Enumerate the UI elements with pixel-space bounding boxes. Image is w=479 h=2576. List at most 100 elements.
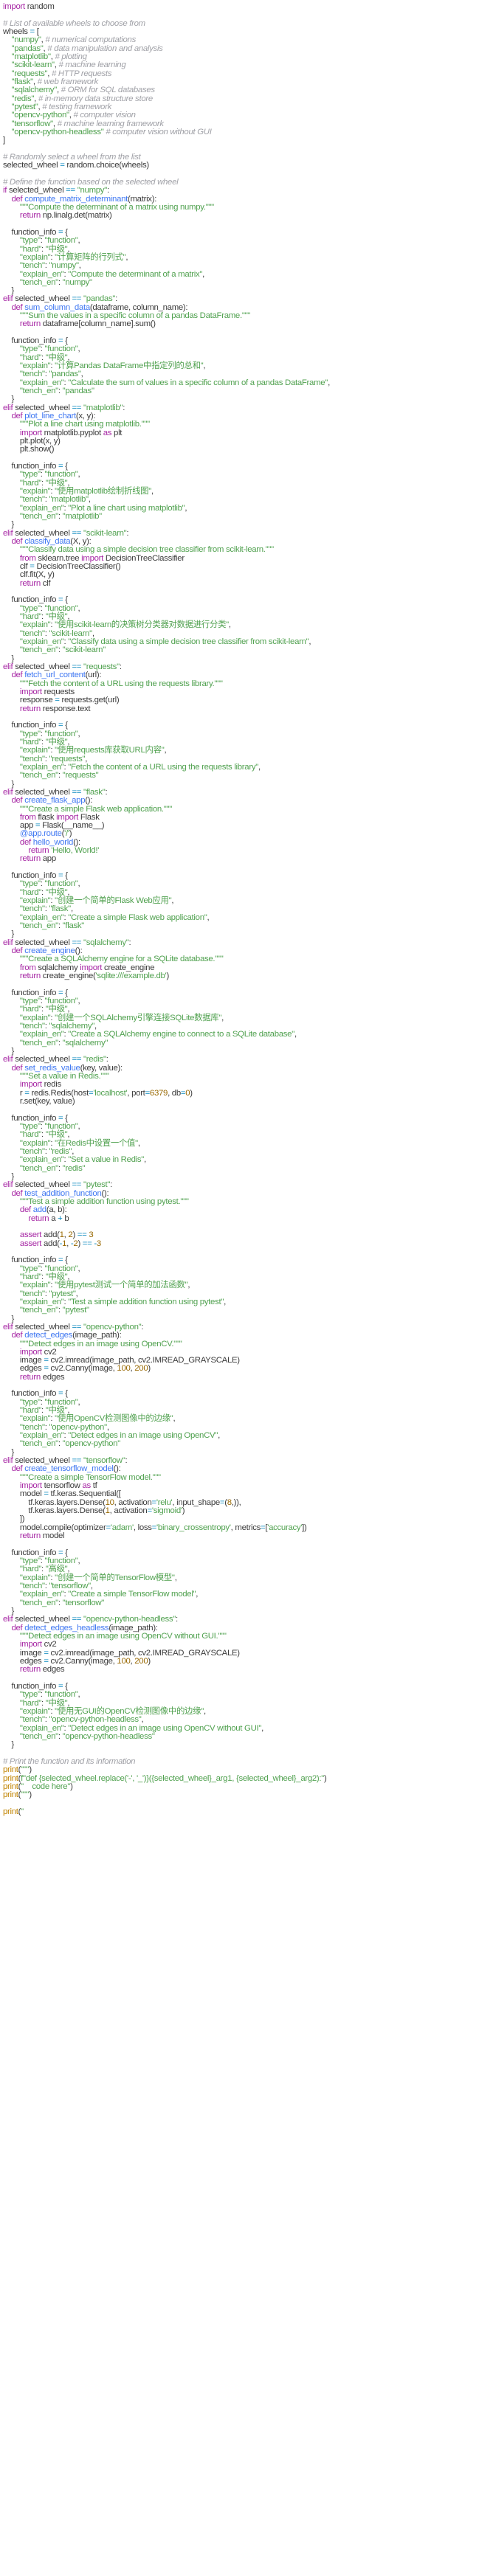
code-line[interactable]: "explain": "在Redis中设置一个值", <box>3 1139 476 1148</box>
code-line[interactable]: "type": "function", <box>3 236 476 245</box>
code-editor[interactable]: import random # List of available wheels … <box>0 0 479 2576</box>
code-token: " code here" <box>21 1782 71 1791</box>
code-line[interactable]: clf.fit(X, y) <box>3 571 476 579</box>
code-line[interactable]: return create_engine('sqlite:///example.… <box>3 972 476 980</box>
code-line[interactable]: clf = DecisionTreeClassifier() <box>3 562 476 571</box>
code-line[interactable]: # List of available wheels to choose fro… <box>3 19 476 28</box>
code-line[interactable]: "type": "function", <box>3 1122 476 1131</box>
code-line[interactable]: "type": "function", <box>3 730 476 738</box>
code-line[interactable]: model.compile(optimizer='adam', loss='bi… <box>3 1523 476 1532</box>
code-line[interactable]: return clf <box>3 579 476 588</box>
code-line[interactable]: "tench_en": "matplotlib" <box>3 512 476 521</box>
code-line[interactable]: "type": "function", <box>3 1398 476 1407</box>
code-line[interactable]: tf.keras.layers.Dense(1, activation='sig… <box>3 1506 476 1515</box>
code-line[interactable]: app = Flask(__name__) <box>3 821 476 830</box>
code-line[interactable] <box>3 1675 476 1683</box>
code-token: "tench" <box>19 904 45 914</box>
code-line[interactable] <box>3 1540 476 1548</box>
code-line[interactable]: "tench_en": "pandas" <box>3 387 476 395</box>
code-line[interactable]: return a + b <box>3 1214 476 1223</box>
code-line[interactable]: "tench_en": "numpy" <box>3 278 476 287</box>
code-line[interactable] <box>3 1248 476 1256</box>
code-line[interactable]: print(f"def {selected_wheel.replace('-',… <box>3 1774 476 1783</box>
code-line[interactable]: """Test a simple addition function using… <box>3 1197 476 1206</box>
code-line[interactable]: return edges <box>3 1666 476 1674</box>
code-line[interactable]: return dataframe[column_name].sum() <box>3 320 476 328</box>
code-line[interactable]: "tench_en": "flask" <box>3 921 476 930</box>
code-line[interactable]: import matplotlib.pyplot as plt <box>3 429 476 437</box>
code-line[interactable]: "tench_en": "scikit-learn" <box>3 646 476 654</box>
code-line[interactable]: print(" code here") <box>3 1782 476 1791</box>
code-line[interactable]: "type": "function", <box>3 471 476 479</box>
code-line[interactable] <box>3 1800 476 1808</box>
code-line[interactable] <box>3 713 476 721</box>
code-line[interactable]: "opencv-python-headless" # computer visi… <box>3 128 476 136</box>
code-line[interactable]: import random <box>3 2 476 11</box>
code-token: """Detect edges in an image using OpenCV… <box>19 1631 227 1641</box>
code-line[interactable]: """Set a value in Redis.""" <box>3 1072 476 1081</box>
code-line[interactable]: "tench_en": "pytest" <box>3 1306 476 1315</box>
code-line[interactable]: return app <box>3 855 476 863</box>
code-line[interactable] <box>3 221 476 229</box>
code-line[interactable]: print(" <box>3 1807 476 1816</box>
code-line[interactable]: edges = cv2.Canny(image, 100, 200) <box>3 1365 476 1373</box>
code-area[interactable]: import random # List of available wheels … <box>3 2 476 1816</box>
code-token: , <box>151 487 154 496</box>
code-token: ) <box>190 1088 193 1098</box>
code-line[interactable]: "tench_en": "redis" <box>3 1164 476 1173</box>
code-line[interactable]: def add(a, b): <box>3 1206 476 1214</box>
code-token: function_info <box>3 721 59 730</box>
code-line[interactable]: } <box>3 1741 476 1749</box>
code-token: def <box>19 837 31 847</box>
code-line[interactable] <box>3 1382 476 1390</box>
code-line[interactable]: """Detect edges in an image using OpenCV… <box>3 1340 476 1348</box>
code-token: "function" <box>44 344 78 354</box>
code-line[interactable]: "type": "function", <box>3 604 476 613</box>
code-line[interactable]: print(""") <box>3 1791 476 1799</box>
code-line[interactable]: "type": "function", <box>3 880 476 888</box>
code-line[interactable]: plt.show() <box>3 446 476 454</box>
code-line[interactable]: "type": "function", <box>3 1264 476 1273</box>
code-line[interactable]: edges = cv2.Canny(image, 100, 200) <box>3 1657 476 1666</box>
code-line[interactable]: return edges <box>3 1373 476 1382</box>
code-line[interactable]: "tench_en": "opencv-python-headless" <box>3 1732 476 1741</box>
code-line[interactable] <box>3 864 476 872</box>
code-token: : <box>176 1615 178 1624</box>
code-line[interactable]: return model <box>3 1531 476 1540</box>
code-line[interactable]: """Detect edges in an image using OpenCV… <box>3 1632 476 1641</box>
code-line[interactable]: "tench_en": "opencv-python" <box>3 1440 476 1448</box>
code-line[interactable]: ] <box>3 136 476 145</box>
code-line[interactable]: "tench_en": "sqlalchemy" <box>3 1039 476 1048</box>
code-line[interactable]: "explain": "创建一个简单的Flask Web应用", <box>3 896 476 905</box>
code-line[interactable]: return np.linalg.det(matrix) <box>3 212 476 220</box>
code-line[interactable]: r.set(key, value) <box>3 1097 476 1106</box>
code-token: , <box>309 637 311 646</box>
code-line[interactable] <box>3 1106 476 1114</box>
code-line[interactable]: selected_wheel = random.choice(wheels) <box>3 162 476 170</box>
code-token: "requests" <box>62 771 99 780</box>
code-line[interactable]: # Print the function and its information <box>3 1757 476 1766</box>
code-line[interactable] <box>3 588 476 596</box>
code-token: ,)), <box>231 1498 241 1507</box>
code-line[interactable]: plt.plot(x, y) <box>3 437 476 446</box>
code-token: add <box>32 1205 46 1215</box>
code-token: "Test a simple addition function using p… <box>68 1297 224 1306</box>
code-line[interactable]: return response.text <box>3 704 476 713</box>
code-line[interactable]: "tench_en": "requests" <box>3 771 476 780</box>
code-token: compute_matrix_determinant <box>24 194 128 204</box>
code-line[interactable]: "type": "function", <box>3 1557 476 1565</box>
code-line[interactable] <box>3 454 476 463</box>
code-line[interactable]: "tench_en": "tensorflow" <box>3 1599 476 1607</box>
code-line[interactable]: return 'Hello, World!' <box>3 846 476 855</box>
code-line[interactable]: "type": "function", <box>3 997 476 1005</box>
code-line[interactable]: "type": "function", <box>3 1691 476 1699</box>
code-token: "tench_en" <box>19 645 58 655</box>
code-line[interactable] <box>3 980 476 988</box>
code-line[interactable]: assert add(-1, -2) == -3 <box>3 1239 476 1248</box>
code-line[interactable]: "type": "function", <box>3 345 476 353</box>
code-line[interactable] <box>3 329 476 337</box>
